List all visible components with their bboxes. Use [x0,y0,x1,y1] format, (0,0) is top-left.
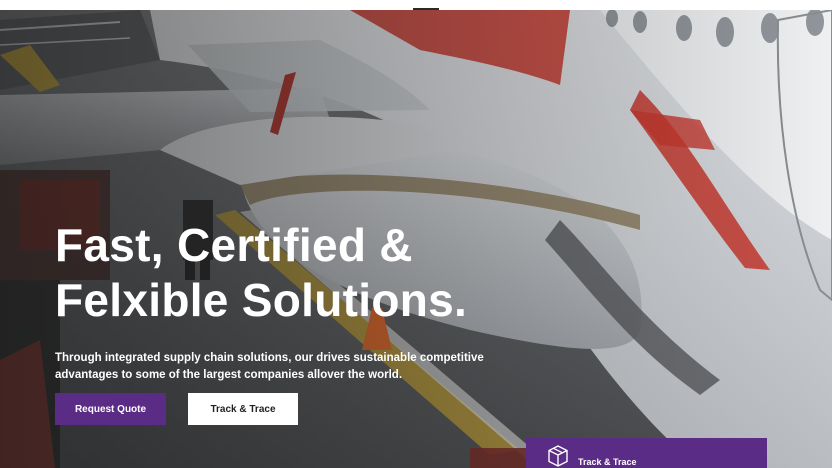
hero-subtext-line1: Through integrated supply chain solution… [55,352,484,364]
hero-subtext: Through integrated supply chain solution… [55,350,485,384]
top-bar [0,0,832,10]
hero-headline: Fast, Certified & Felxible Solutions. [55,218,575,328]
hero-headline-line2: Felxible Solutions. [55,274,468,326]
hero-headline-line1: Fast, Certified & [55,219,413,271]
hero-content: Fast, Certified & Felxible Solutions. Th… [55,218,575,384]
track-trace-card[interactable]: Track & Trace [526,438,767,468]
track-trace-card-label: Track & Trace [578,457,637,467]
track-trace-button[interactable]: Track & Trace [188,393,298,425]
package-box-icon [548,445,568,467]
request-quote-button[interactable]: Request Quote [55,393,166,425]
top-bar-indicator [413,8,439,10]
hero-subtext-line2: advantages to some of the largest compan… [55,369,403,381]
hero-section: Fast, Certified & Felxible Solutions. Th… [0,0,832,468]
